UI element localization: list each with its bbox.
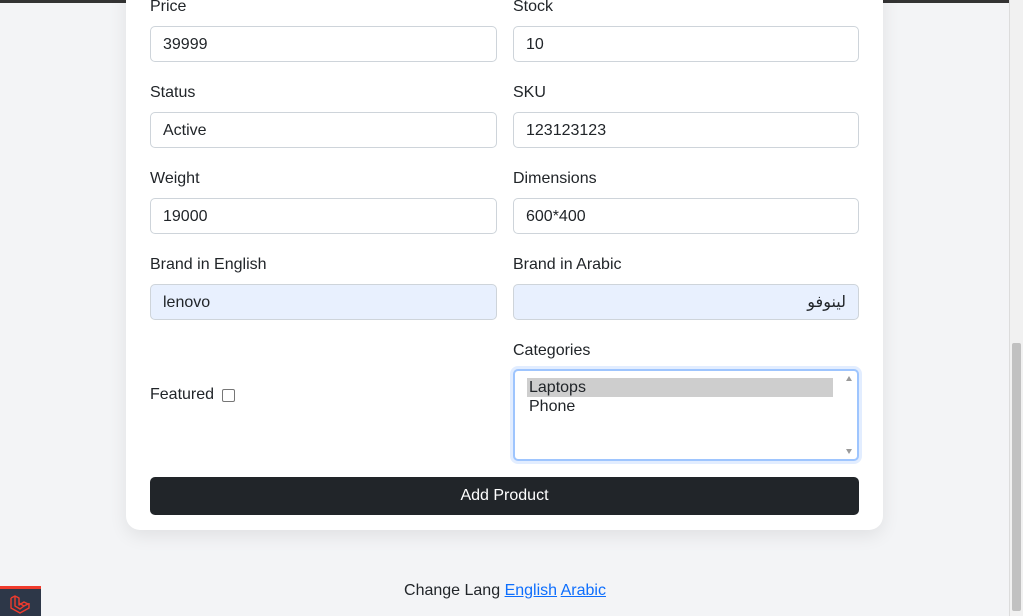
stock-input[interactable]: 10: [513, 26, 859, 62]
brand-english-input[interactable]: lenovo: [150, 284, 497, 320]
scroll-up-arrow-icon[interactable]: [846, 376, 852, 381]
stock-label: Stock: [513, 0, 554, 15]
status-label: Status: [150, 84, 196, 101]
categories-label: Categories: [513, 342, 591, 359]
add-product-button[interactable]: Add Product: [150, 477, 859, 515]
categories-multiselect[interactable]: Laptops Phone: [513, 369, 859, 461]
change-lang-text: Change Lang: [404, 582, 501, 599]
dimensions-label: Dimensions: [513, 170, 597, 187]
brand-english-label: Brand in English: [150, 256, 267, 273]
dimensions-input[interactable]: 600*400: [513, 198, 859, 234]
sku-input[interactable]: 123123123: [513, 112, 859, 148]
category-option-laptops[interactable]: Laptops: [527, 378, 833, 397]
status-input[interactable]: Active: [150, 112, 497, 148]
language-footer: Change Lang English Arabic: [0, 581, 1010, 601]
sku-label: SKU: [513, 84, 546, 101]
category-option-phone[interactable]: Phone: [527, 397, 833, 416]
price-input[interactable]: 39999: [150, 26, 497, 62]
page-scrollbar-thumb[interactable]: [1012, 343, 1021, 611]
brand-arabic-label: Brand in Arabic: [513, 256, 622, 273]
page-scrollbar[interactable]: [1010, 0, 1023, 616]
laravel-logo-icon[interactable]: [0, 586, 41, 616]
english-link[interactable]: English: [505, 582, 557, 599]
featured-row: Featured: [150, 385, 236, 405]
arabic-link[interactable]: Arabic: [561, 582, 606, 599]
weight-label: Weight: [150, 170, 200, 187]
featured-label: Featured: [150, 386, 215, 403]
featured-checkbox[interactable]: [222, 388, 236, 402]
weight-input[interactable]: 19000: [150, 198, 497, 234]
scroll-down-arrow-icon[interactable]: [846, 449, 852, 454]
price-label: Price: [150, 0, 187, 15]
brand-arabic-input[interactable]: لينوفو: [513, 284, 859, 320]
